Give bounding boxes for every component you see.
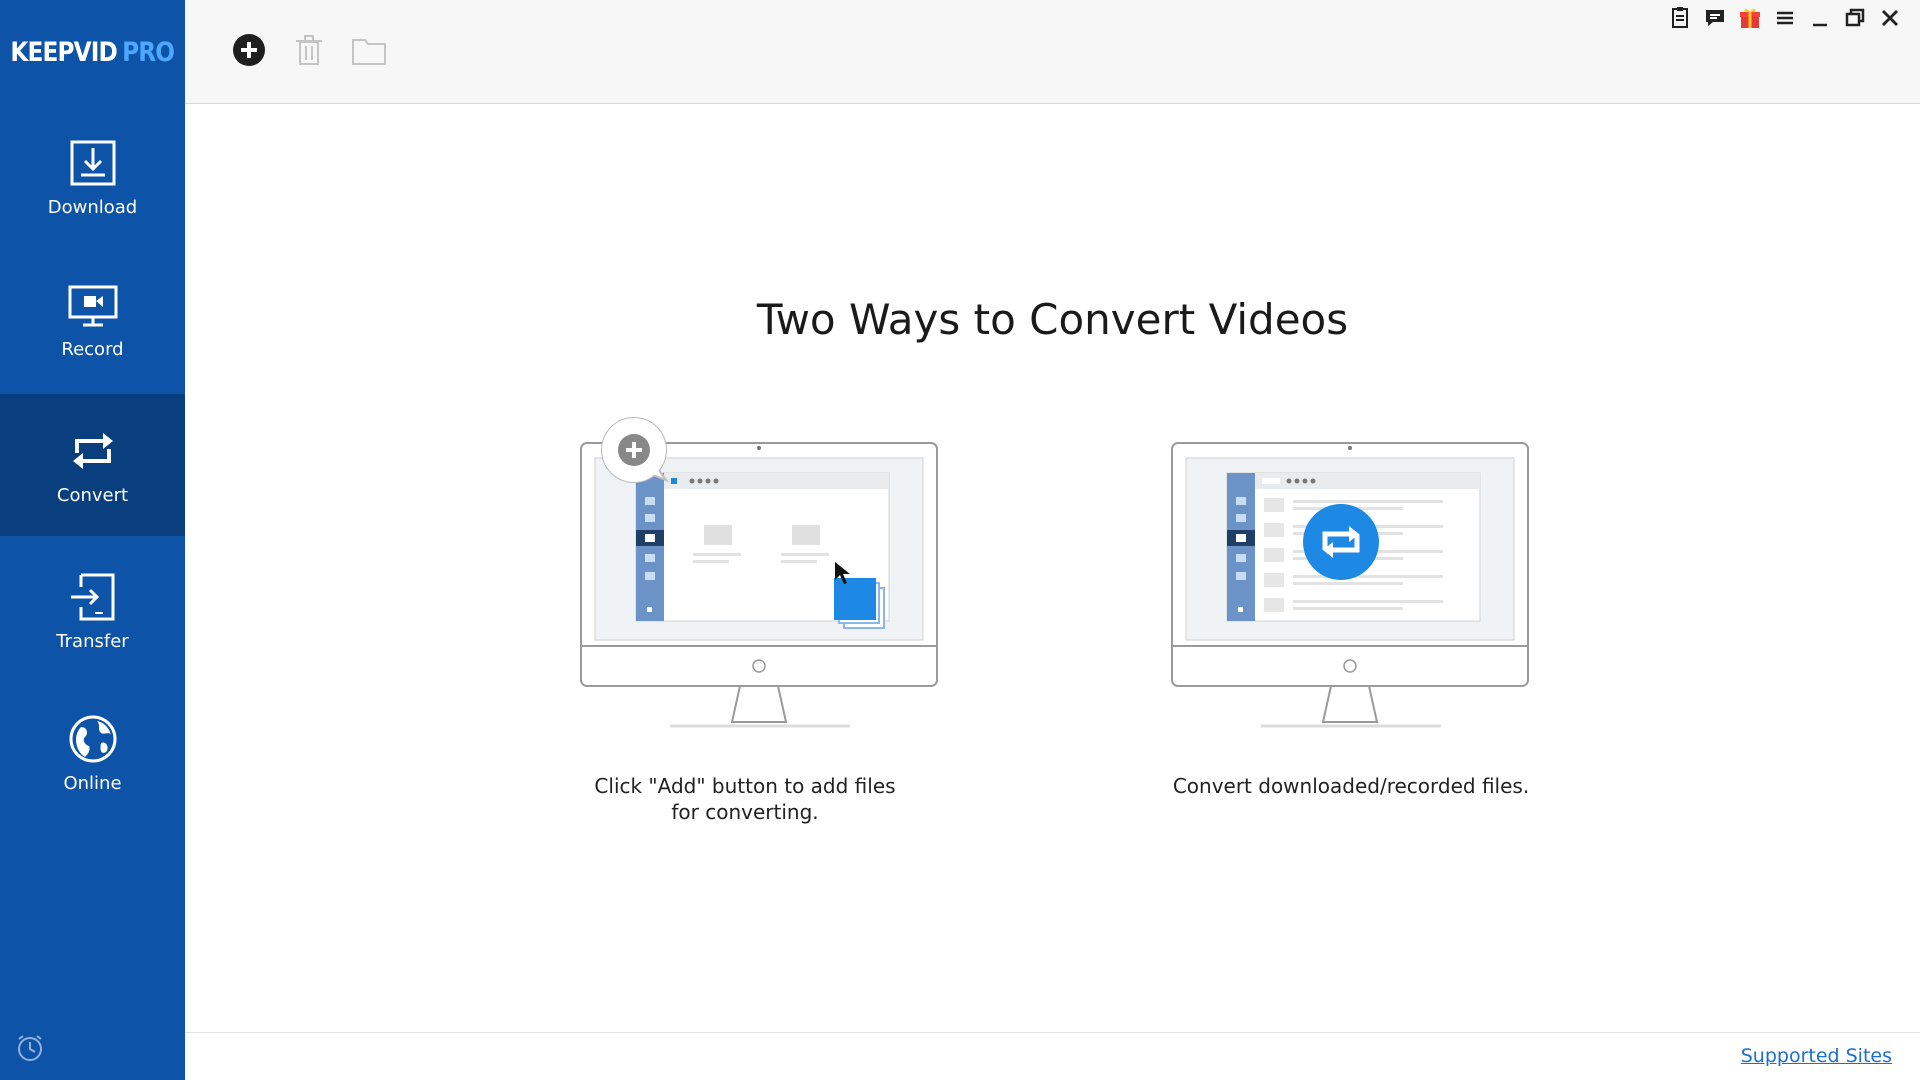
supported-sites-link[interactable]: Supported Sites bbox=[1741, 1045, 1892, 1067]
record-icon bbox=[68, 285, 117, 326]
sidebar-item-label: Download bbox=[47, 196, 138, 218]
feedback-icon[interactable] bbox=[1668, 6, 1692, 30]
close-icon[interactable] bbox=[1878, 6, 1902, 30]
gift-icon[interactable] bbox=[1738, 6, 1762, 30]
sidebar-item-record[interactable]: Record bbox=[0, 248, 185, 390]
sidebar-item-download[interactable]: Download bbox=[0, 106, 185, 248]
top-toolbar bbox=[185, 0, 1920, 104]
convert-files-card[interactable] bbox=[1161, 408, 1541, 728]
sidebar-item-label: Convert bbox=[56, 484, 129, 506]
sidebar-item-label: Transfer bbox=[56, 630, 129, 652]
sidebar-item-convert[interactable]: Convert bbox=[0, 394, 185, 536]
transfer-icon bbox=[70, 573, 114, 620]
history-clock-icon[interactable] bbox=[14, 1032, 46, 1064]
chat-icon[interactable] bbox=[1703, 6, 1727, 30]
download-icon bbox=[70, 140, 115, 185]
add-icon[interactable] bbox=[231, 32, 267, 68]
convert-files-caption: Convert downloaded/recorded files. bbox=[1172, 774, 1530, 798]
convert-icon bbox=[72, 432, 113, 469]
add-files-caption: Click "Add" button to add files for conv… bbox=[594, 774, 896, 824]
convert-files-illustration bbox=[1171, 442, 1529, 728]
trash-icon[interactable] bbox=[291, 32, 327, 68]
footer-bar: Supported Sites bbox=[185, 1032, 1920, 1080]
page-title: Two Ways to Convert Videos bbox=[756, 295, 1349, 344]
online-globe-icon bbox=[69, 715, 116, 762]
folder-icon[interactable] bbox=[351, 32, 387, 68]
menu-icon[interactable] bbox=[1773, 6, 1797, 30]
sidebar-item-transfer[interactable]: Transfer bbox=[0, 540, 185, 682]
sidebar: KEEPVID PRO Download Record Convert Tran… bbox=[0, 0, 185, 1080]
add-files-illustration bbox=[580, 417, 938, 728]
main-panel: Two Ways to Convert Videos Click "Add" b… bbox=[185, 105, 1920, 1032]
logo-main: KEEPVID bbox=[10, 36, 117, 68]
add-files-card[interactable] bbox=[570, 408, 950, 728]
sidebar-item-online[interactable]: Online bbox=[0, 682, 185, 824]
minimize-icon[interactable] bbox=[1808, 6, 1832, 30]
logo-accent: PRO bbox=[122, 36, 175, 68]
app-logo: KEEPVID PRO bbox=[0, 0, 175, 104]
restore-icon[interactable] bbox=[1843, 6, 1867, 30]
sidebar-item-label: Online bbox=[63, 772, 122, 794]
sidebar-item-label: Record bbox=[61, 338, 124, 360]
